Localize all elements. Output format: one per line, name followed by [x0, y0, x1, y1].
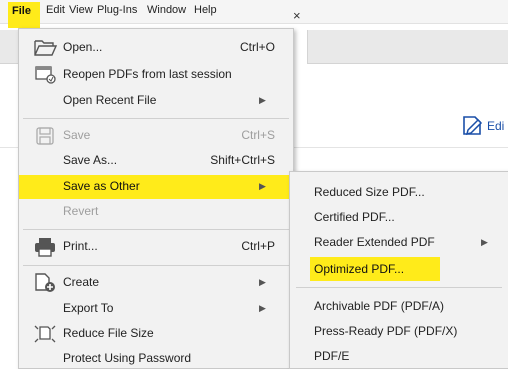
- menu-item-save-as[interactable]: Save As... Shift+Ctrl+S: [19, 149, 293, 173]
- menu-item-revert[interactable]: Revert: [19, 200, 293, 224]
- menu-item-open[interactable]: Open... Ctrl+O: [19, 36, 293, 60]
- menu-item-shortcut: Ctrl+P: [241, 239, 275, 253]
- menu-item-label: Reduce File Size: [63, 326, 154, 340]
- printer-icon: [31, 237, 59, 257]
- menu-item-export-to[interactable]: Export To ▶: [19, 297, 293, 321]
- submenu-item-pdf-e[interactable]: PDF/E: [290, 344, 508, 368]
- submenu-arrow-icon: ▶: [481, 237, 488, 247]
- menu-item-save[interactable]: Save Ctrl+S: [19, 124, 293, 148]
- menu-item-label: Reopen PDFs from last session: [63, 67, 232, 81]
- menu-item-label: Save as Other: [63, 179, 140, 193]
- menu-item-shortcut: Shift+Ctrl+S: [210, 153, 275, 167]
- menu-item-reopen-pdfs[interactable]: Reopen PDFs from last session: [19, 63, 293, 87]
- menu-item-label: Print...: [63, 239, 98, 253]
- submenu-item-label: Archivable PDF (PDF/A): [314, 299, 445, 313]
- folder-open-icon: [31, 38, 59, 58]
- submenu-item-label: Reader Extended PDF: [314, 235, 435, 249]
- menu-item-save-as-other[interactable]: Save as Other ▶: [19, 175, 293, 199]
- submenu-item-reader-extended-pdf[interactable]: Reader Extended PDF ▶: [290, 230, 508, 254]
- submenu-arrow-icon: ▶: [259, 95, 266, 105]
- submenu-arrow-icon: ▶: [259, 181, 266, 191]
- submenu-item-label: Reduced Size PDF...: [314, 185, 425, 199]
- menu-item-open-recent[interactable]: Open Recent File ▶: [19, 89, 293, 113]
- menu-item-create[interactable]: Create ▶: [19, 271, 293, 295]
- menu-item-label: Create: [63, 275, 100, 289]
- reduce-file-size-icon: [31, 324, 59, 344]
- submenu-item-label: Certified PDF...: [314, 210, 395, 224]
- submenu-item-reduced-size-pdf[interactable]: Reduced Size PDF...: [290, 180, 508, 204]
- menu-plug-ins[interactable]: Plug-Ins: [93, 0, 141, 20]
- submenu-item-optimized-pdf[interactable]: Optimized PDF...: [310, 257, 440, 281]
- edit-pdf-label[interactable]: Edi: [487, 119, 504, 133]
- submenu-item-label: Press-Ready PDF (PDF/X): [314, 324, 458, 338]
- save-disk-icon: [31, 126, 59, 146]
- menu-item-shortcut: Ctrl+S: [241, 128, 275, 142]
- menu-separator: [23, 229, 289, 230]
- submenu-item-label: PDF/E: [314, 349, 350, 363]
- menu-separator: [23, 118, 289, 119]
- submenu-arrow-icon: ▶: [259, 277, 266, 287]
- menu-item-label: Export To: [63, 301, 114, 315]
- menu-item-label: Save: [63, 128, 91, 142]
- menu-file[interactable]: File: [8, 2, 40, 28]
- submenu-item-press-ready-pdf[interactable]: Press-Ready PDF (PDF/X): [290, 319, 508, 343]
- menu-item-label: Protect Using Password: [63, 351, 192, 365]
- submenu-item-certified-pdf[interactable]: Certified PDF...: [290, 205, 508, 229]
- menu-item-label: Open Recent File: [63, 93, 157, 107]
- menu-item-label: Open...: [63, 40, 103, 54]
- menu-separator: [296, 287, 502, 288]
- save-as-other-submenu: Reduced Size PDF... Certified PDF... Rea…: [289, 171, 508, 369]
- menu-item-print[interactable]: Print... Ctrl+P: [19, 235, 293, 259]
- file-menu: Open... Ctrl+O Reopen PDFs from last ses…: [18, 28, 294, 369]
- menu-item-label: Revert: [63, 204, 99, 218]
- submenu-item-archivable-pdf[interactable]: Archivable PDF (PDF/A): [290, 294, 508, 318]
- menu-help[interactable]: Help: [190, 0, 221, 20]
- menubar: File Edit View Plug-Ins Window Help: [0, 0, 508, 28]
- reopen-pdf-icon: [31, 65, 59, 85]
- submenu-arrow-icon: ▶: [259, 303, 266, 313]
- create-pdf-icon: [31, 273, 59, 293]
- menu-item-reduce-file-size[interactable]: Reduce File Size: [19, 322, 293, 346]
- menu-view[interactable]: View: [65, 0, 97, 20]
- submenu-item-label: Optimized PDF...: [314, 262, 405, 276]
- menu-item-shortcut: Ctrl+O: [239, 40, 275, 54]
- edit-pdf-icon[interactable]: [460, 114, 486, 138]
- close-tab-icon[interactable]: ×: [293, 8, 301, 23]
- menu-separator: [23, 265, 289, 266]
- menu-window[interactable]: Window: [143, 0, 190, 20]
- menu-item-label: Save As...: [63, 153, 118, 167]
- menu-item-protect-using-password[interactable]: Protect Using Password: [19, 347, 293, 369]
